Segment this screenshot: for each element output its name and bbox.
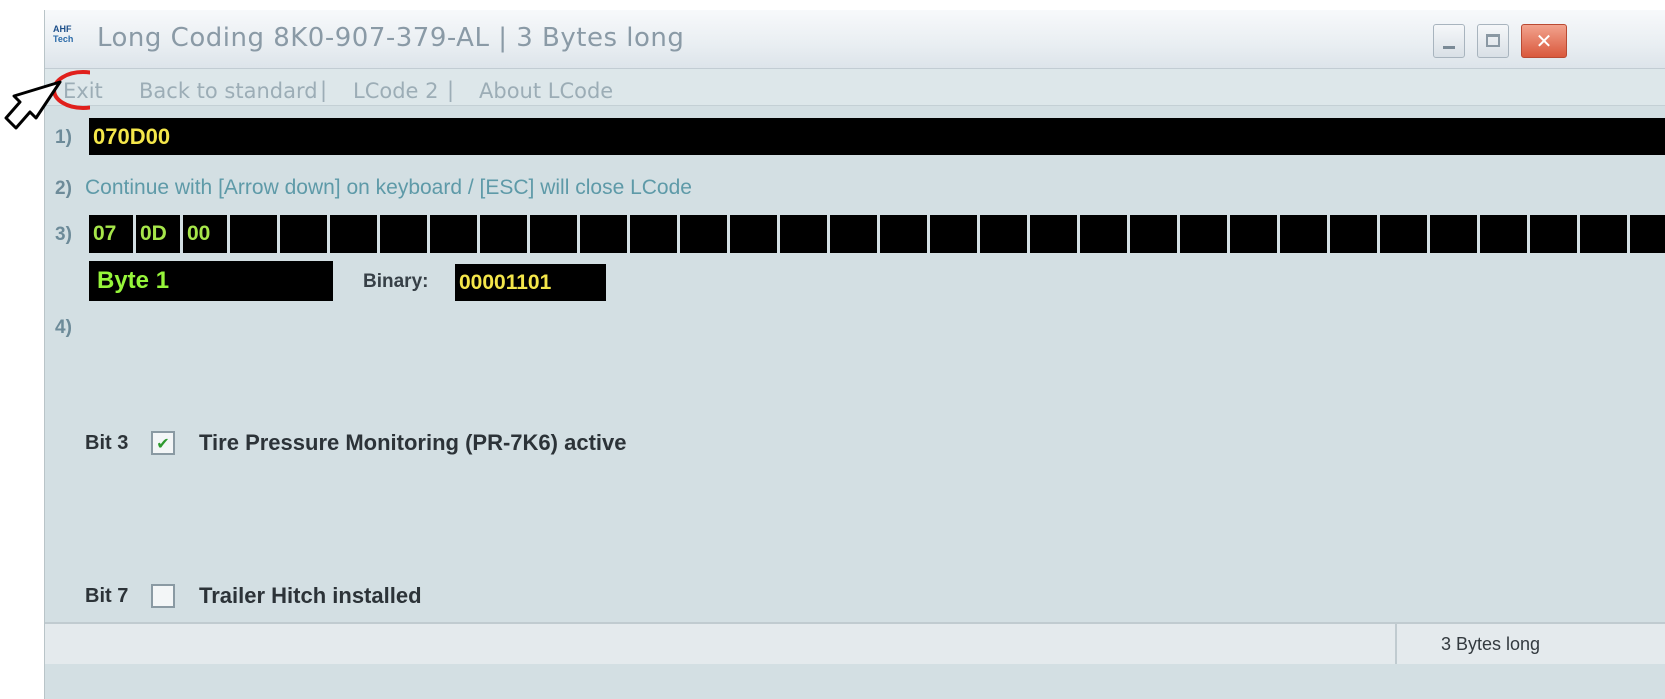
menu-separator: | [320,78,328,102]
app-icon-line-2: Tech [53,34,74,44]
bit-label: Bit 7 [85,584,129,607]
byte-cell[interactable] [1130,215,1177,253]
maximize-button[interactable] [1477,24,1509,58]
close-button[interactable]: ✕ [1521,24,1567,58]
byte-cell[interactable] [430,215,477,253]
checkmark-icon: ✔ [156,433,170,453]
menu-bar: Exit Back to standard | LCode 2 | About … [45,69,1665,106]
window-title: Long Coding 8K0-907-379-AL | 3 Bytes lon… [97,23,685,53]
byte-cell[interactable] [230,215,277,253]
byte-cell[interactable] [1030,215,1077,253]
byte-cell[interactable] [280,215,327,253]
row-label-3: 3) [55,224,72,245]
binary-value: 00001101 [455,264,606,301]
byte-cell[interactable] [830,215,877,253]
byte-cell[interactable]: 07 [89,215,133,253]
byte-cell[interactable] [1530,215,1577,253]
bit-row-7: Bit 7 Trailer Hitch installed [85,583,422,609]
byte-cell[interactable] [380,215,427,253]
byte-cell[interactable] [880,215,927,253]
menu-item-lcode-2[interactable]: LCode 2 [353,79,439,103]
byte-cell[interactable] [680,215,727,253]
byte-cell[interactable] [1280,215,1327,253]
byte-cell[interactable] [1180,215,1227,253]
byte-cell[interactable] [580,215,627,253]
byte-cell[interactable] [1380,215,1427,253]
bit-description: Trailer Hitch installed [199,583,422,608]
highlight-circle [52,70,90,110]
byte-cell[interactable]: 0D [136,215,180,253]
binary-label: Binary: [363,271,429,292]
close-icon: ✕ [1535,29,1553,53]
byte-cell[interactable] [1630,215,1665,253]
annotation-overlay [4,70,90,130]
status-text: 3 Bytes long [1441,634,1541,654]
byte-cell[interactable] [530,215,577,253]
byte-cell[interactable] [980,215,1027,253]
byte-cell[interactable] [1330,215,1377,253]
status-divider [1395,624,1397,664]
minimize-button[interactable] [1433,24,1465,58]
byte-cell[interactable] [330,215,377,253]
bit-label: Bit 3 [85,431,129,454]
arrow-cursor-icon [4,80,62,130]
byte-cell[interactable] [730,215,777,253]
maximize-icon [1486,34,1500,47]
byte-cell[interactable] [480,215,527,253]
byte-cell[interactable] [1080,215,1127,253]
byte-cell[interactable] [1230,215,1277,253]
bit-row-3: Bit 3 ✔ Tire Pressure Monitoring (PR-7K6… [85,430,627,456]
byte-cell[interactable]: 00 [183,215,227,253]
app-icon-line-1: AHF [53,24,72,34]
menu-item-about-lcode[interactable]: About LCode [479,79,613,103]
byte-cell[interactable] [930,215,977,253]
byte-cell[interactable] [1580,215,1627,253]
bit-7-checkbox[interactable] [151,584,175,608]
bit-description: Tire Pressure Monitoring (PR-7K6) active [199,430,627,455]
selected-byte-label: Byte 1 [89,261,333,301]
menu-item-back-to-standard[interactable]: Back to standard [139,79,318,103]
byte-cell[interactable] [630,215,677,253]
row-label-4: 4) [55,317,72,338]
menu-separator: | [447,78,455,102]
keyboard-hint: Continue with [Arrow down] on keyboard /… [85,176,692,199]
title-bar[interactable]: AHF Tech Long Coding 8K0-907-379-AL | 3 … [45,10,1665,69]
byte-cell[interactable] [780,215,827,253]
app-icon: AHF Tech [53,24,81,50]
byte-cell[interactable] [1430,215,1477,253]
bit-3-checkbox[interactable]: ✔ [151,431,175,455]
minimize-icon [1443,46,1455,49]
status-bar: 3 Bytes long [45,622,1665,664]
row-label-2: 2) [55,178,72,199]
byte-cells: 07 0D 00 [89,215,1665,253]
coding-value-field[interactable]: 070D00 [89,118,1665,155]
byte-cell[interactable] [1480,215,1527,253]
long-coding-window: AHF Tech Long Coding 8K0-907-379-AL | 3 … [44,10,1665,699]
